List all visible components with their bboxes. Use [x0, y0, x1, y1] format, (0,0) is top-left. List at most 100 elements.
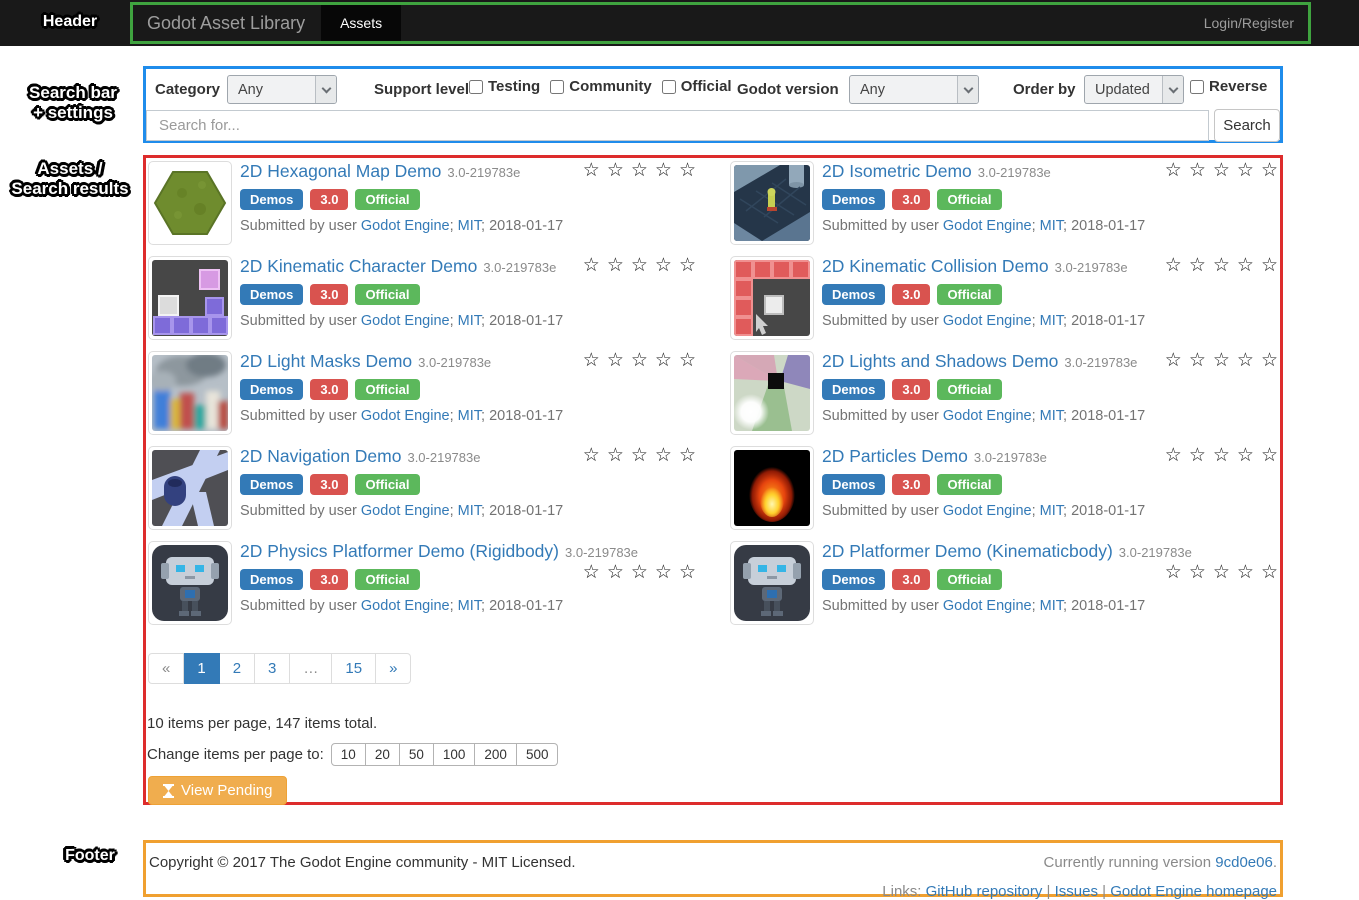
- page-size-button[interactable]: 200: [475, 743, 517, 766]
- lights-shadows-thumbnail[interactable]: [730, 351, 814, 435]
- page-size-button[interactable]: 50: [400, 743, 434, 766]
- submitter-link[interactable]: Godot Engine: [361, 598, 450, 614]
- order-by-select[interactable]: Updated: [1084, 75, 1184, 104]
- asset-title-link[interactable]: 2D Kinematic Collision Demo: [822, 256, 1049, 276]
- badge-official[interactable]: Official: [937, 284, 1001, 305]
- submitter-link[interactable]: Godot Engine: [943, 408, 1032, 424]
- godot-version-select[interactable]: Any: [849, 75, 979, 104]
- reverse-checkbox[interactable]: [1190, 80, 1204, 94]
- badge-demos[interactable]: Demos: [240, 284, 303, 305]
- isometric-thumbnail[interactable]: [730, 161, 814, 245]
- asset-title-link[interactable]: 2D Isometric Demo: [822, 161, 972, 181]
- badge-official[interactable]: Official: [937, 569, 1001, 590]
- badge-demos[interactable]: Demos: [240, 189, 303, 210]
- badge-3-0[interactable]: 3.0: [310, 569, 348, 590]
- badge-official[interactable]: Official: [355, 189, 419, 210]
- badge-3-0[interactable]: 3.0: [892, 379, 930, 400]
- badge-official[interactable]: Official: [937, 189, 1001, 210]
- asset-title-link[interactable]: 2D Light Masks Demo: [240, 351, 412, 371]
- pagination-item[interactable]: 3: [255, 653, 290, 684]
- badge-official[interactable]: Official: [355, 379, 419, 400]
- badge-official[interactable]: Official: [937, 474, 1001, 495]
- page-size-button[interactable]: 20: [366, 743, 400, 766]
- badge-3-0[interactable]: 3.0: [310, 379, 348, 400]
- search-input[interactable]: [146, 110, 1209, 141]
- robot-platformer-thumbnail[interactable]: [730, 541, 814, 625]
- footer-link-github-repository[interactable]: GitHub repository: [926, 883, 1043, 900]
- badge-demos[interactable]: Demos: [822, 284, 885, 305]
- badge-3-0[interactable]: 3.0: [892, 569, 930, 590]
- community-checkbox[interactable]: [550, 80, 564, 94]
- license-link[interactable]: MIT: [1040, 313, 1063, 329]
- submitter-link[interactable]: Godot Engine: [943, 313, 1032, 329]
- badge-3-0[interactable]: 3.0: [892, 189, 930, 210]
- badge-official[interactable]: Official: [355, 474, 419, 495]
- light-masks-thumbnail[interactable]: [148, 351, 232, 435]
- badge-demos[interactable]: Demos: [822, 569, 885, 590]
- badge-official[interactable]: Official: [937, 379, 1001, 400]
- badge-3-0[interactable]: 3.0: [310, 284, 348, 305]
- official-checkbox[interactable]: [662, 80, 676, 94]
- navigation-thumbnail[interactable]: [148, 446, 232, 530]
- badge-3-0[interactable]: 3.0: [892, 284, 930, 305]
- asset-title-link[interactable]: 2D Physics Platformer Demo (Rigidbody): [240, 541, 559, 561]
- search-button[interactable]: Search: [1214, 109, 1280, 142]
- pagination-item[interactable]: 1: [184, 653, 219, 684]
- submitter-link[interactable]: Godot Engine: [361, 408, 450, 424]
- asset-title-link[interactable]: 2D Lights and Shadows Demo: [822, 351, 1058, 371]
- asset-title-link[interactable]: 2D Platformer Demo (Kinematicbody): [822, 541, 1113, 561]
- badge-3-0[interactable]: 3.0: [310, 189, 348, 210]
- running-version-link[interactable]: 9cd0e06: [1215, 854, 1273, 871]
- asset-title-link[interactable]: 2D Navigation Demo: [240, 446, 401, 466]
- badge-demos[interactable]: Demos: [240, 569, 303, 590]
- badge-3-0[interactable]: 3.0: [892, 474, 930, 495]
- license-link[interactable]: MIT: [1040, 408, 1063, 424]
- license-link[interactable]: MIT: [458, 408, 481, 424]
- kinematic-collision-thumbnail[interactable]: [730, 256, 814, 340]
- license-link[interactable]: MIT: [458, 313, 481, 329]
- badge-demos[interactable]: Demos: [240, 379, 303, 400]
- submitter-link[interactable]: Godot Engine: [943, 503, 1032, 519]
- submitter-link[interactable]: Godot Engine: [943, 598, 1032, 614]
- pagination-item[interactable]: »: [376, 653, 411, 684]
- license-link[interactable]: MIT: [458, 218, 481, 234]
- page-size-button[interactable]: 500: [517, 743, 559, 766]
- badge-demos[interactable]: Demos: [822, 474, 885, 495]
- footer-link-issues[interactable]: Issues: [1055, 883, 1098, 900]
- submitter-link[interactable]: Godot Engine: [361, 313, 450, 329]
- badge-demos[interactable]: Demos: [822, 189, 885, 210]
- robot-platformer-thumbnail[interactable]: [148, 541, 232, 625]
- page-size-button[interactable]: 100: [434, 743, 476, 766]
- submitter-link[interactable]: Godot Engine: [361, 503, 450, 519]
- pagination-item[interactable]: 2: [220, 653, 255, 684]
- pagination-item[interactable]: 15: [332, 653, 376, 684]
- page-size-button[interactable]: 10: [331, 743, 366, 766]
- license-link[interactable]: MIT: [458, 503, 481, 519]
- kinematic-character-thumbnail[interactable]: [148, 256, 232, 340]
- license-link[interactable]: MIT: [1040, 503, 1063, 519]
- view-pending-button[interactable]: View Pending: [148, 776, 287, 805]
- badge-demos[interactable]: Demos: [822, 379, 885, 400]
- license-link[interactable]: MIT: [1040, 218, 1063, 234]
- badge-official[interactable]: Official: [355, 284, 419, 305]
- asset-submitted-line: Submitted by user Godot Engine; MIT; 201…: [240, 598, 698, 614]
- asset-title-link[interactable]: 2D Kinematic Character Demo: [240, 256, 477, 276]
- brand-title[interactable]: Godot Asset Library: [133, 5, 321, 41]
- category-select[interactable]: Any: [227, 75, 337, 104]
- badge-demos[interactable]: Demos: [240, 474, 303, 495]
- license-link[interactable]: MIT: [1040, 598, 1063, 614]
- asset-title-link[interactable]: 2D Hexagonal Map Demo: [240, 161, 441, 181]
- login-register-link[interactable]: Login/Register: [1190, 5, 1308, 41]
- asset-badges: Demos 3.0 Official: [822, 189, 1280, 210]
- asset-title-link[interactable]: 2D Particles Demo: [822, 446, 968, 466]
- hexagon-map-thumbnail[interactable]: [148, 161, 232, 245]
- testing-checkbox[interactable]: [469, 80, 483, 94]
- badge-3-0[interactable]: 3.0: [310, 474, 348, 495]
- footer-link-godot-engine-homepage[interactable]: Godot Engine homepage: [1110, 883, 1277, 900]
- particles-thumbnail[interactable]: [730, 446, 814, 530]
- license-link[interactable]: MIT: [458, 598, 481, 614]
- tab-assets[interactable]: Assets: [321, 5, 401, 41]
- submitter-link[interactable]: Godot Engine: [361, 218, 450, 234]
- submitter-link[interactable]: Godot Engine: [943, 218, 1032, 234]
- badge-official[interactable]: Official: [355, 569, 419, 590]
